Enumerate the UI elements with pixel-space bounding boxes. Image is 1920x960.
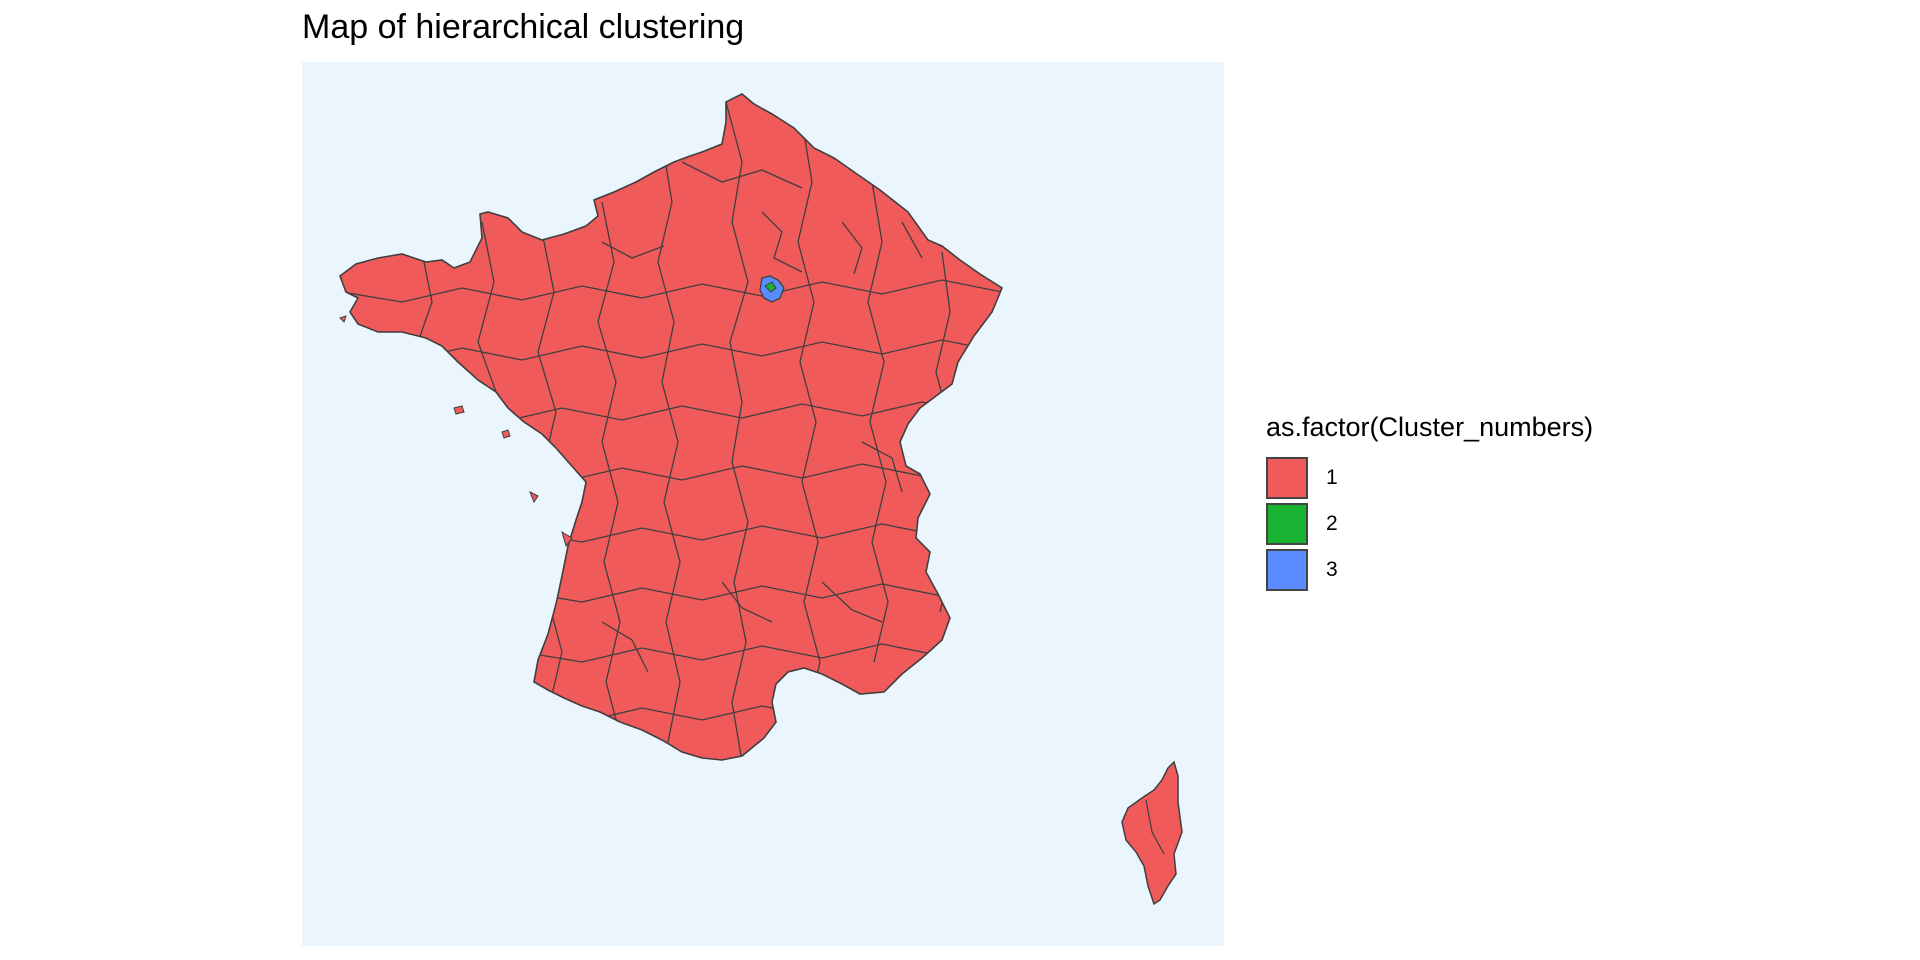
chart-title: Map of hierarchical clustering	[302, 8, 745, 46]
map-panel	[302, 62, 1224, 946]
france-map	[339, 93, 1183, 906]
legend-label-2: 2	[1326, 512, 1338, 535]
mainland-france	[339, 93, 1003, 761]
corsica	[1121, 760, 1183, 906]
legend-label-3: 3	[1326, 558, 1338, 581]
legend-title: as.factor(Cluster_numbers)	[1266, 412, 1594, 442]
legend-item: 2	[1266, 501, 1593, 547]
legend-label-1: 1	[1326, 466, 1338, 489]
legend-item: 3	[1266, 547, 1593, 593]
legend: as.factor(Cluster_numbers) 1 2 3	[1266, 412, 1593, 593]
legend-swatch-1	[1266, 457, 1308, 499]
legend-swatch-2	[1266, 503, 1308, 545]
legend-item: 1	[1266, 455, 1593, 501]
legend-swatch-3	[1266, 549, 1308, 591]
